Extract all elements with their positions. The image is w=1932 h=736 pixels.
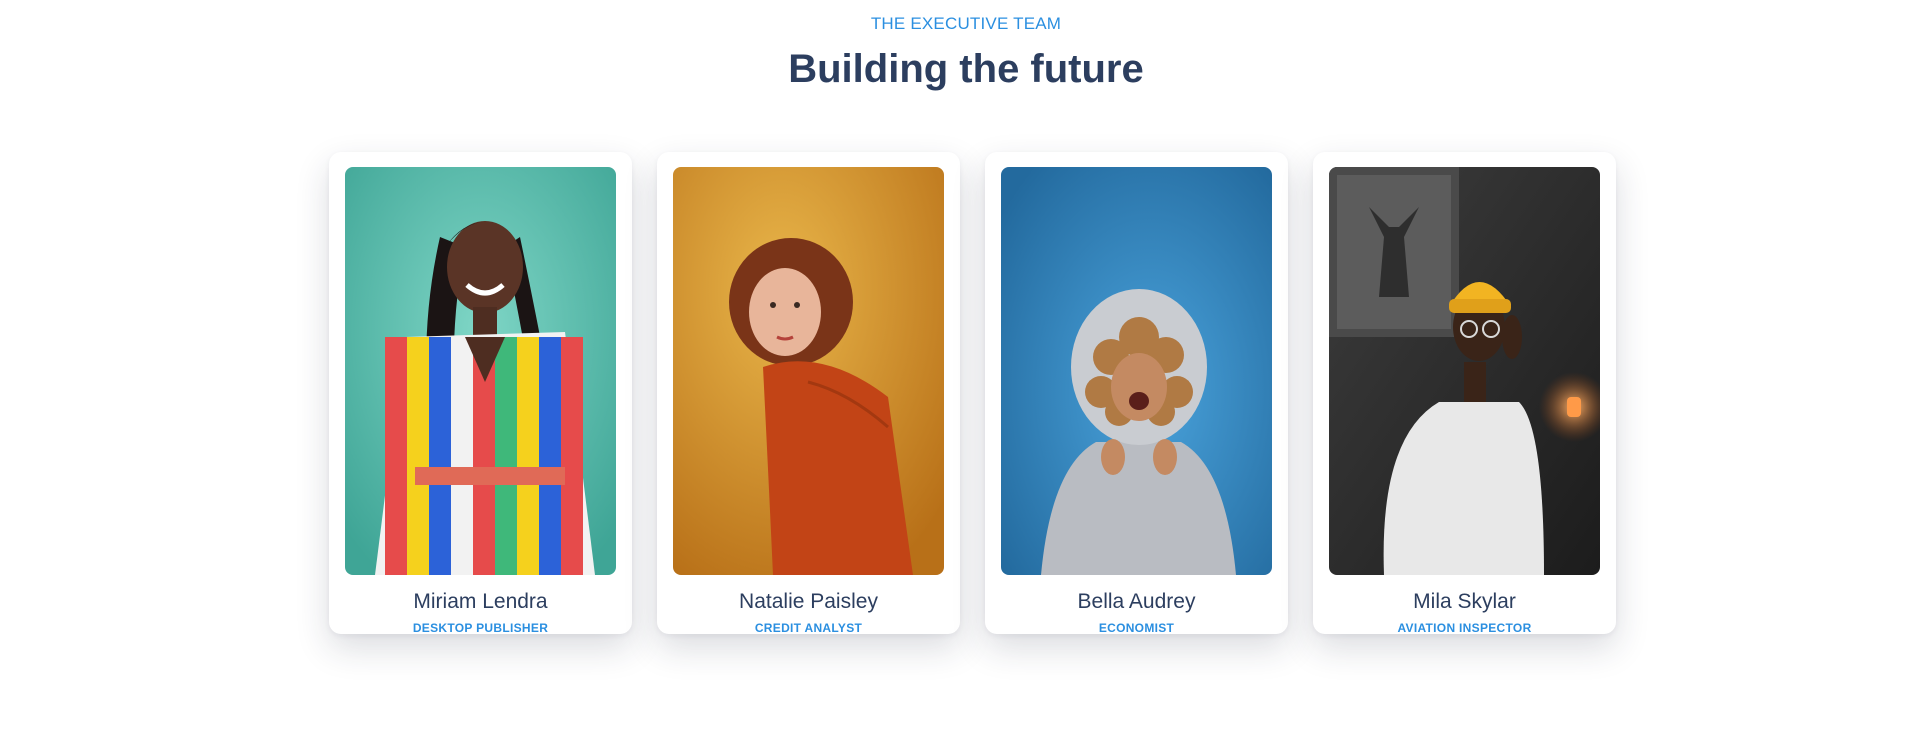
- team-member-name: Miriam Lendra: [413, 590, 548, 613]
- team-card[interactable]: Natalie Paisley CREDIT ANALYST: [657, 152, 960, 635]
- team-member-photo: [345, 167, 616, 575]
- team-member-name: Natalie Paisley: [739, 590, 878, 613]
- team-card[interactable]: Bella Audrey ECONOMIST: [985, 152, 1288, 635]
- team-member-role: CREDIT ANALYST: [754, 621, 863, 635]
- team-member-photo: [1001, 167, 1272, 575]
- team-member-photo: [673, 167, 944, 575]
- team-member-name: Mila Skylar: [1413, 590, 1516, 613]
- team-member-role: AVIATION INSPECTOR: [1397, 621, 1532, 635]
- section-title: Building the future: [788, 47, 1144, 91]
- executive-team-section: THE EXECUTIVE TEAM Building the future M…: [0, 0, 1932, 736]
- team-cards: Miriam Lendra DESKTOP PUBLISHER Natalie …: [329, 152, 1616, 635]
- team-card[interactable]: Miriam Lendra DESKTOP PUBLISHER: [329, 152, 632, 635]
- team-member-photo: [1329, 167, 1600, 575]
- team-card[interactable]: Mila Skylar AVIATION INSPECTOR: [1313, 152, 1616, 635]
- team-member-role: ECONOMIST: [1098, 621, 1175, 635]
- team-member-role: DESKTOP PUBLISHER: [412, 621, 549, 635]
- team-member-name: Bella Audrey: [1077, 590, 1196, 613]
- section-eyebrow: THE EXECUTIVE TEAM: [870, 14, 1062, 33]
